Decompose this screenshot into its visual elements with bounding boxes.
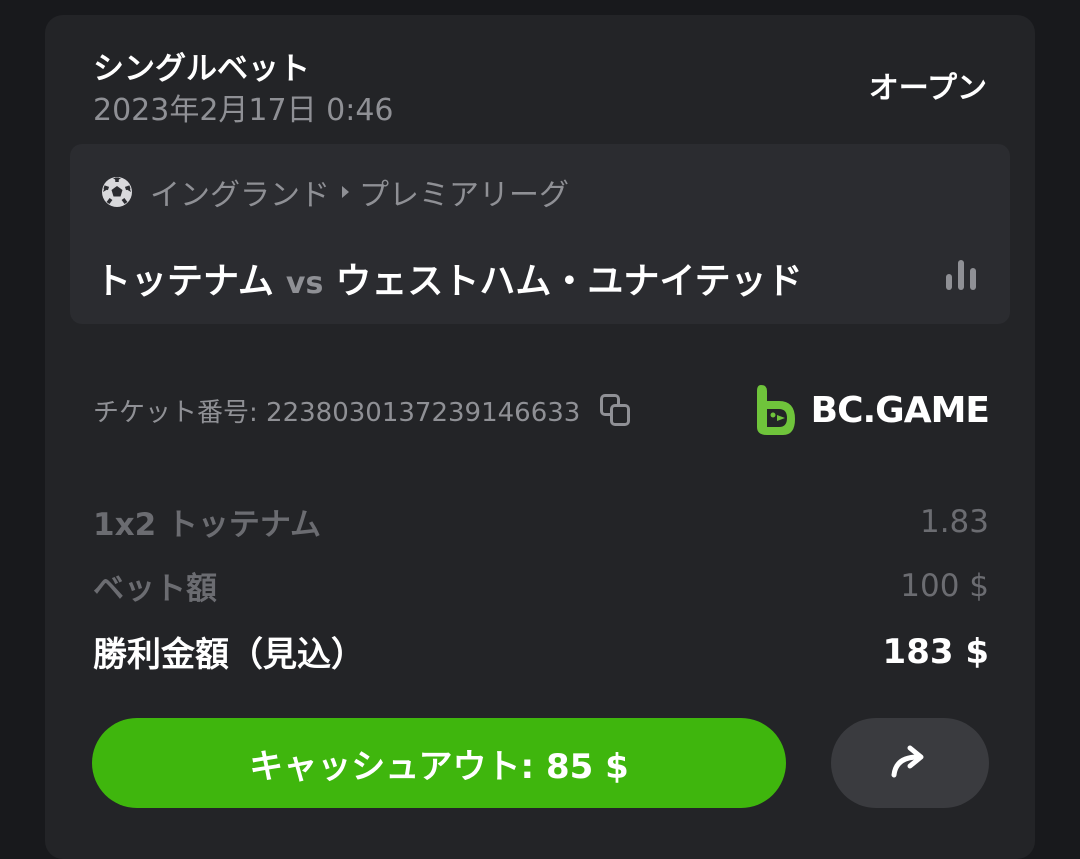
copy-icon[interactable] (600, 393, 632, 428)
payout-label: 勝利金額（見込） (93, 635, 365, 675)
stake-row: ベット額 100 $ (93, 563, 989, 608)
league-country: イングランド (150, 178, 330, 213)
match-teams: トッテナム vs ウェストハム・ユナイテッド (95, 252, 803, 304)
cashout-button[interactable]: キャッシュアウト: 85 $ (92, 718, 786, 808)
bet-type-title: シングルベット (93, 51, 310, 87)
odds-value: 1.83 (919, 503, 989, 540)
bar-chart-icon[interactable] (944, 258, 978, 292)
ticket-number: チケット番号: 2238030137239146633 (93, 398, 581, 428)
ticket-number-row: チケット番号: 2238030137239146633 (93, 392, 632, 429)
status-badge: オープン (868, 71, 987, 106)
market-label: 1x2 トッテナム (93, 507, 321, 543)
home-team: トッテナム (95, 261, 274, 302)
league-name: プレミアリーグ (359, 178, 569, 213)
share-button[interactable] (831, 718, 989, 808)
breadcrumb-separator-icon (342, 186, 349, 198)
bet-slip-card: シングルベット 2023年2月17日 0:46 オープン イングランド プレミア… (45, 15, 1035, 859)
away-team: ウェストハム・ユナイテッド (335, 261, 803, 302)
market-row: 1x2 トッテナム 1.83 (93, 499, 989, 544)
share-arrow-icon (891, 745, 924, 778)
stake-label: ベット額 (93, 571, 217, 607)
soccer-ball-icon (100, 175, 134, 209)
bet-date: 2023年2月17日 0:46 (93, 93, 394, 128)
payout-row: 勝利金額（見込） 183 $ (93, 627, 989, 676)
brand-logo: BC.GAME (755, 383, 990, 437)
bc-game-logo-icon (756, 385, 795, 435)
stake-value: 100 $ (900, 567, 989, 604)
vs-label: vs (285, 266, 324, 301)
brand-name: BC.GAME (810, 389, 990, 431)
league-breadcrumb: イングランド プレミアリーグ (100, 172, 569, 213)
payout-value: 183 $ (882, 631, 989, 672)
match-info[interactable]: イングランド プレミアリーグ トッテナム vs ウェストハム・ユナイテッド (70, 144, 1010, 324)
